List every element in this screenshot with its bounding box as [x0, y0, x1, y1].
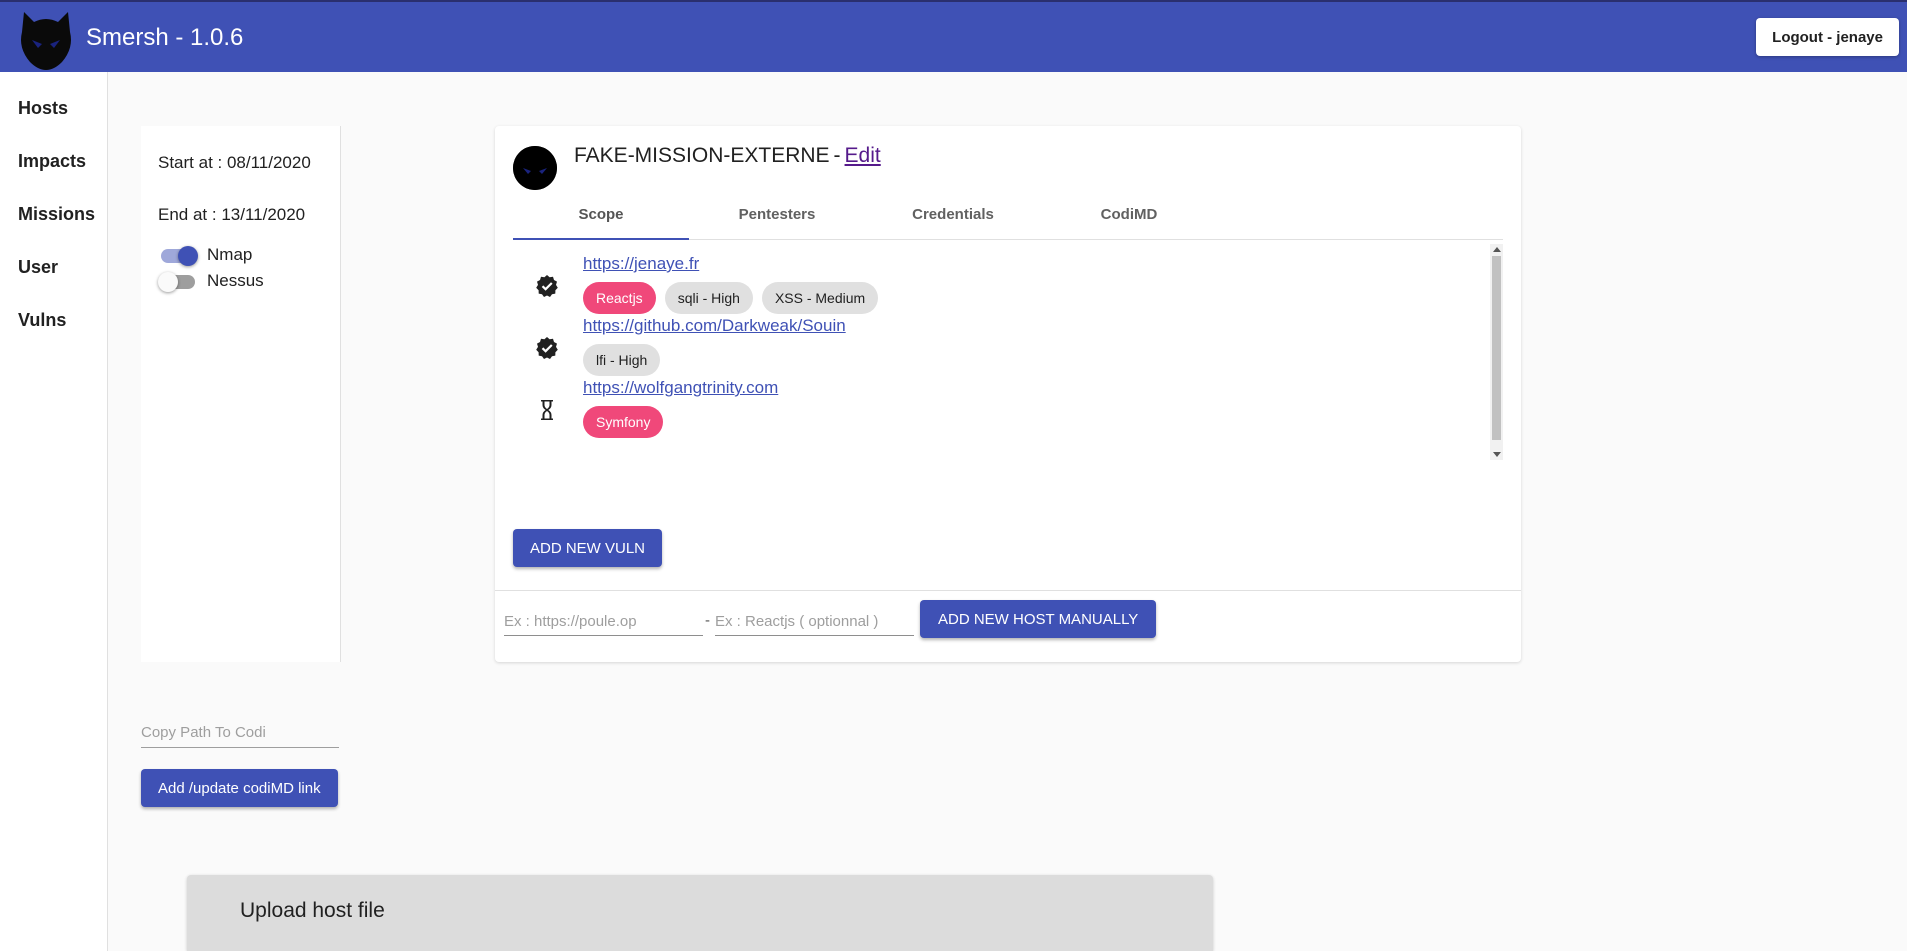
sidebar-item-missions[interactable]: Missions — [18, 204, 95, 225]
panther-avatar-icon — [513, 146, 557, 190]
tech-chip[interactable]: Symfony — [583, 406, 664, 438]
tab-codimd[interactable]: CodiMD — [1041, 190, 1217, 240]
nmap-toggle[interactable] — [158, 245, 198, 266]
active-tab-indicator — [513, 238, 689, 240]
scope-scrollbar[interactable] — [1490, 244, 1503, 460]
vuln-chip[interactable]: sqli - High — [664, 282, 753, 314]
host-url-input[interactable] — [504, 608, 703, 636]
upload-host-panel: Upload host file — [187, 875, 1213, 951]
add-host-button[interactable]: ADD NEW HOST MANUALLY — [920, 600, 1157, 638]
tab-credentials[interactable]: Credentials — [865, 190, 1041, 240]
nessus-label: Nessus — [207, 271, 264, 290]
scope-host-list: https://jenaye.fr Reactjs sqli - High XS… — [513, 244, 1503, 460]
start-date: Start at : 08/11/2020 — [158, 153, 311, 172]
logout-button[interactable]: Logout - jenaye — [1756, 18, 1899, 56]
host-row: https://github.com/Darkweak/Souin lfi - … — [513, 316, 1483, 378]
nmap-label: Nmap — [207, 245, 253, 264]
vuln-chip[interactable]: XSS - Medium — [761, 282, 879, 314]
technology-input[interactable] — [715, 608, 914, 636]
upload-title: Upload host file — [240, 899, 385, 922]
codimd-path-input[interactable] — [141, 718, 339, 748]
app-title: Smersh - 1.0.6 — [86, 24, 244, 51]
host-chips: lfi - High — [583, 344, 661, 376]
host-link[interactable]: https://jenaye.fr — [583, 254, 699, 274]
nessus-toggle[interactable] — [158, 271, 198, 292]
scroll-up-arrow-icon[interactable] — [1493, 247, 1501, 252]
sidebar-item-vulns[interactable]: Vulns — [18, 310, 66, 331]
scroll-down-arrow-icon[interactable] — [1493, 452, 1501, 457]
title-separator: - — [833, 144, 841, 167]
host-link[interactable]: https://wolfgangtrinity.com — [583, 378, 778, 398]
checked-badge-icon — [536, 337, 558, 359]
vuln-chip[interactable]: lfi - High — [583, 344, 661, 376]
host-row: https://wolfgangtrinity.com Symfony — [513, 378, 1483, 440]
end-date: End at : 13/11/2020 — [158, 205, 306, 224]
scrollbar-thumb[interactable] — [1492, 256, 1501, 440]
host-chips: Symfony — [583, 406, 664, 438]
mission-info-card: Start at : 08/11/2020 End at : 13/11/202… — [141, 126, 341, 662]
edit-mission-link[interactable]: Edit — [845, 144, 881, 167]
input-separator: - — [705, 612, 710, 629]
sidebar-item-hosts[interactable]: Hosts — [18, 98, 68, 119]
tab-scope[interactable]: Scope — [513, 190, 689, 240]
mission-card: FAKE-MISSION-EXTERNE - Edit Scope Penteste… — [495, 126, 1521, 662]
checked-badge-icon — [536, 275, 558, 297]
mission-avatar — [513, 146, 557, 190]
host-link[interactable]: https://github.com/Darkweak/Souin — [583, 316, 846, 336]
app-bar: Smersh - 1.0.6 Logout - jenaye — [0, 0, 1907, 72]
hourglass-icon — [541, 400, 553, 420]
sidebar-item-user[interactable]: User — [18, 257, 58, 278]
mission-name: FAKE-MISSION-EXTERNE — [574, 144, 830, 167]
add-vuln-button[interactable]: ADD NEW VULN — [513, 529, 663, 567]
sidebar-item-impacts[interactable]: Impacts — [18, 151, 86, 172]
mission-title: FAKE-MISSION-EXTERNE - Edit — [574, 144, 881, 168]
host-chips: Reactjs sqli - High XSS - Medium — [583, 282, 879, 314]
host-row: https://jenaye.fr Reactjs sqli - High XS… — [513, 254, 1483, 316]
update-codimd-button[interactable]: Add /update codiMD link — [141, 769, 338, 807]
mission-tabs: Scope Pentesters Credentials CodiMD — [513, 190, 1503, 240]
sidebar: Hosts Impacts Missions User Vulns — [0, 72, 108, 951]
divider — [495, 590, 1521, 591]
tab-pentesters[interactable]: Pentesters — [689, 190, 865, 240]
tech-chip[interactable]: Reactjs — [583, 282, 656, 314]
panther-logo-icon — [21, 12, 71, 70]
